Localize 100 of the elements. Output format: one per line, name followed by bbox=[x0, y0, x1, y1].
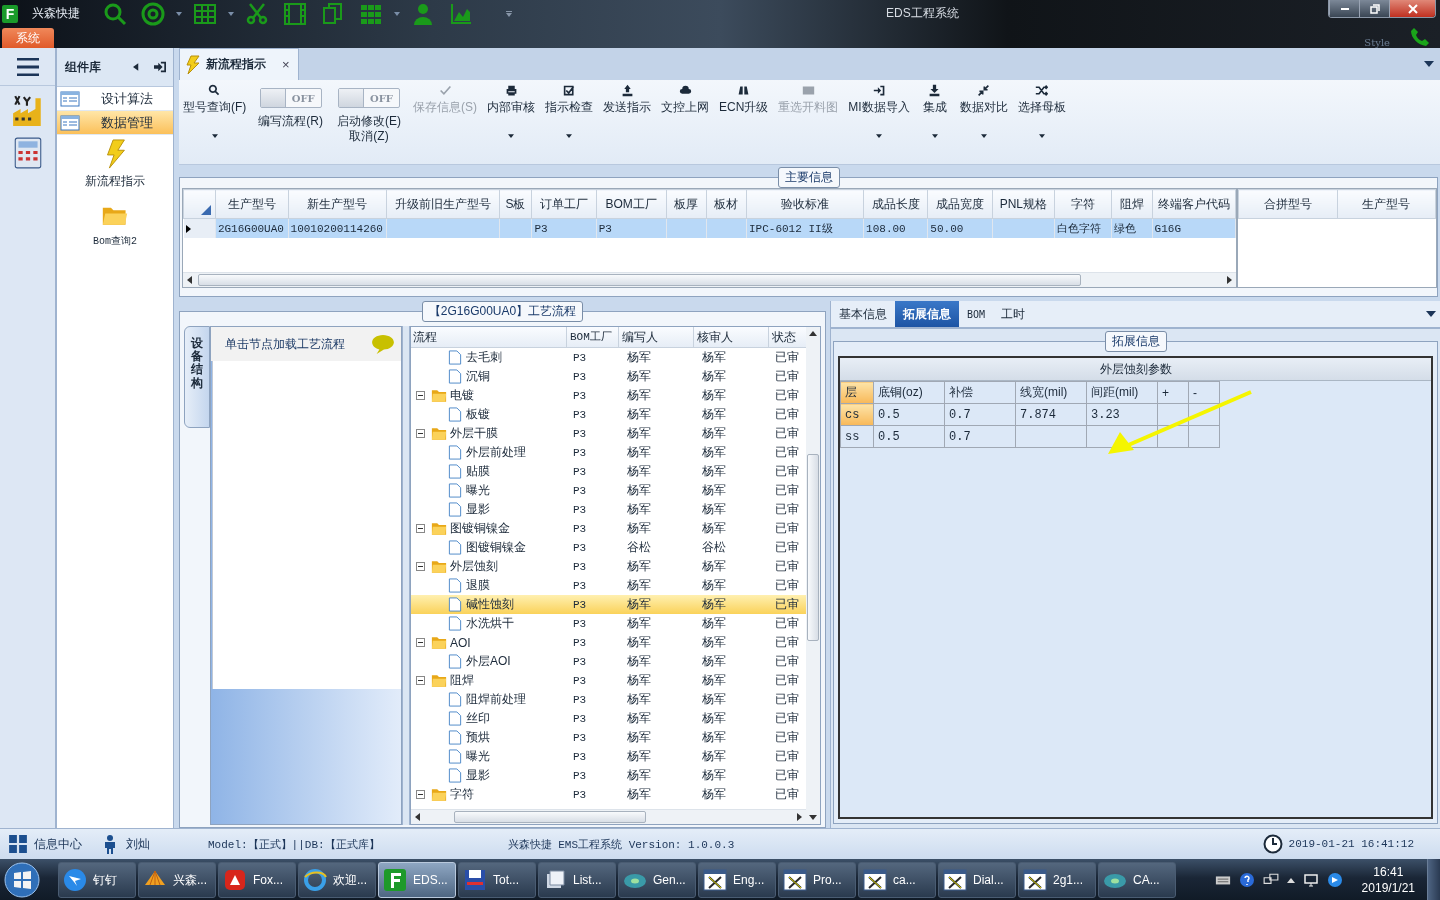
column-header[interactable]: 间距(mil) bbox=[1086, 381, 1158, 404]
tree-row[interactable]: 曝光 P3 杨军 杨军 已审 bbox=[411, 747, 806, 766]
sign-in-icon[interactable] bbox=[153, 61, 167, 73]
toolbar-button[interactable]: 内部审核 bbox=[483, 84, 539, 138]
style-menu[interactable]: Style bbox=[1364, 37, 1390, 48]
splitter-handle[interactable] bbox=[402, 326, 410, 825]
lifebuoy-icon[interactable] bbox=[141, 1, 165, 26]
tree-row[interactable]: 丝印 P3 杨军 杨军 已审 bbox=[411, 709, 806, 728]
tree-row[interactable]: 退膜 P3 杨军 杨军 已审 bbox=[411, 576, 806, 595]
restore-button[interactable] bbox=[1359, 0, 1389, 17]
collapse-icon[interactable] bbox=[416, 790, 425, 799]
column-header[interactable]: BOM工厂 bbox=[567, 327, 619, 347]
taskbar-button[interactable]: CA... bbox=[1098, 862, 1176, 898]
collapse-icon[interactable] bbox=[416, 676, 425, 685]
tree-row[interactable]: 图镀铜镍金 P3 谷松 谷松 已审 bbox=[411, 538, 806, 557]
taskbar-button[interactable]: Tot... bbox=[458, 862, 536, 898]
collapse-left-icon[interactable] bbox=[133, 62, 139, 72]
tree-row[interactable]: 外层蚀刻 P3 杨军 杨军 已审 bbox=[411, 557, 806, 576]
column-header[interactable]: 新生产型号 bbox=[288, 189, 387, 219]
grid-icon[interactable] bbox=[8, 834, 28, 854]
help-icon[interactable] bbox=[1238, 872, 1255, 888]
vertical-scrollbar[interactable] bbox=[806, 327, 820, 824]
taskbar-button[interactable]: Gen... bbox=[618, 862, 696, 898]
film-icon[interactable] bbox=[283, 1, 307, 26]
close-tab-button[interactable]: × bbox=[282, 57, 290, 72]
tree-row[interactable]: 曝光 P3 杨军 杨军 已审 bbox=[411, 481, 806, 500]
column-header[interactable]: 板厚 bbox=[666, 189, 707, 219]
column-header[interactable]: 成品宽度 bbox=[927, 189, 993, 219]
toolbar-button[interactable]: 发送指示 bbox=[599, 84, 655, 115]
horizontal-scrollbar[interactable] bbox=[183, 272, 1236, 287]
column-header[interactable]: 验收标准 bbox=[746, 189, 864, 219]
column-header[interactable]: - bbox=[1188, 381, 1220, 404]
taskbar-button[interactable]: Eng... bbox=[698, 862, 776, 898]
nav-item[interactable]: 数据管理 bbox=[57, 111, 173, 135]
column-header[interactable]: 补偿 bbox=[944, 381, 1016, 404]
taskbar-button[interactable]: 兴森... bbox=[138, 862, 216, 898]
tree-row[interactable]: 去毛刺 P3 杨军 杨军 已审 bbox=[411, 348, 806, 367]
column-header[interactable]: 生产型号 bbox=[215, 189, 289, 219]
tree-row[interactable]: 预烘 P3 杨军 杨军 已审 bbox=[411, 728, 806, 747]
caret-icon[interactable] bbox=[176, 11, 182, 16]
scroll-right-icon[interactable] bbox=[797, 813, 802, 821]
tree-row[interactable]: 沉铜 P3 杨军 杨军 已审 bbox=[411, 367, 806, 386]
copy-icon[interactable] bbox=[321, 1, 345, 26]
show-desktop-button[interactable] bbox=[1427, 859, 1440, 900]
taskbar-button[interactable]: Pro... bbox=[778, 862, 856, 898]
taskbar-button[interactable]: ca... bbox=[858, 862, 936, 898]
phone-icon[interactable] bbox=[1410, 26, 1430, 46]
tree-row[interactable]: 显影 P3 杨军 杨军 已审 bbox=[411, 500, 806, 519]
tree-row[interactable]: 电镀 P3 杨军 杨军 已审 bbox=[411, 386, 806, 405]
column-header[interactable]: 升级前旧生产型号 bbox=[386, 189, 499, 219]
column-header[interactable]: 板材 bbox=[706, 189, 747, 219]
column-header[interactable]: 字符 bbox=[1054, 189, 1112, 219]
collapse-icon[interactable] bbox=[416, 429, 425, 438]
start-button[interactable] bbox=[4, 862, 40, 898]
scroll-up-icon[interactable] bbox=[809, 331, 817, 336]
tool-button[interactable]: 新流程指示 bbox=[85, 139, 145, 190]
document-tab[interactable]: 新流程指示 × bbox=[179, 48, 299, 80]
tree-row[interactable]: 显影 P3 杨军 杨军 已审 bbox=[411, 766, 806, 785]
toolbar-button[interactable]: 集成 bbox=[915, 84, 954, 138]
tab[interactable]: 基本信息 bbox=[831, 301, 895, 327]
tab[interactable]: 拓展信息 bbox=[895, 301, 959, 327]
column-header[interactable]: BOM工厂 bbox=[596, 189, 666, 219]
tree-row[interactable]: 碱性蚀刻 P3 杨军 杨军 已审 bbox=[411, 595, 806, 614]
column-header[interactable]: S板 bbox=[499, 189, 532, 219]
column-header[interactable]: 层 bbox=[840, 381, 874, 404]
toolbar-button[interactable]: ECN升级 bbox=[715, 84, 773, 115]
column-header[interactable]: 订单工厂 bbox=[531, 189, 597, 219]
chart-icon[interactable] bbox=[449, 1, 473, 26]
toolbar-button[interactable]: 型号查询(F) bbox=[179, 84, 251, 138]
table-row[interactable]: 2G16G00UA0 10010200114260 P3 P3 IPC-6012 II级 108.00 50.00 白色字符 绿色 G16G bbox=[183, 218, 1236, 238]
person-icon[interactable] bbox=[411, 1, 435, 26]
monitor-icon[interactable] bbox=[1302, 872, 1319, 888]
collapse-icon[interactable] bbox=[416, 638, 425, 647]
toolbar-button[interactable]: 数据对比 bbox=[955, 84, 1012, 138]
collapse-icon[interactable] bbox=[416, 562, 425, 571]
table-icon[interactable] bbox=[193, 1, 217, 26]
taskbar-button[interactable]: List... bbox=[538, 862, 616, 898]
tree-row[interactable]: 板镀 P3 杨军 杨军 已审 bbox=[411, 405, 806, 424]
tree-row[interactable]: 字符 P3 杨军 杨军 已审 bbox=[411, 785, 806, 804]
column-header[interactable]: 编写人 bbox=[619, 327, 694, 347]
column-header[interactable]: 成品长度 bbox=[863, 189, 928, 219]
column-header[interactable]: 底铜(oz) bbox=[873, 381, 945, 404]
tool-button[interactable]: Bom查询2 bbox=[93, 200, 137, 248]
column-header[interactable]: PNL规格 bbox=[992, 189, 1055, 219]
collapse-icon[interactable] bbox=[416, 524, 425, 533]
column-header[interactable]: + bbox=[1157, 381, 1189, 404]
column-header[interactable]: 阻焊 bbox=[1111, 189, 1153, 219]
minimize-button[interactable] bbox=[1329, 0, 1359, 17]
info-center-link[interactable]: 信息中心 bbox=[34, 835, 82, 853]
horizontal-scrollbar[interactable] bbox=[411, 809, 806, 824]
scroll-left-icon[interactable] bbox=[415, 813, 420, 821]
column-header[interactable]: 合拼型号 bbox=[1238, 189, 1337, 219]
tree-row[interactable]: AOI P3 杨军 杨军 已审 bbox=[411, 633, 806, 652]
side-tab[interactable]: 设备结构 bbox=[184, 326, 210, 428]
toolbar-button[interactable]: 指示检查 bbox=[541, 84, 597, 138]
scissors-icon[interactable] bbox=[245, 1, 269, 26]
scroll-down-icon[interactable] bbox=[809, 815, 817, 820]
scroll-left-icon[interactable] bbox=[187, 276, 192, 284]
tree-row[interactable]: 图镀铜镍金 P3 杨军 杨军 已审 bbox=[411, 519, 806, 538]
search-icon[interactable] bbox=[103, 1, 127, 26]
